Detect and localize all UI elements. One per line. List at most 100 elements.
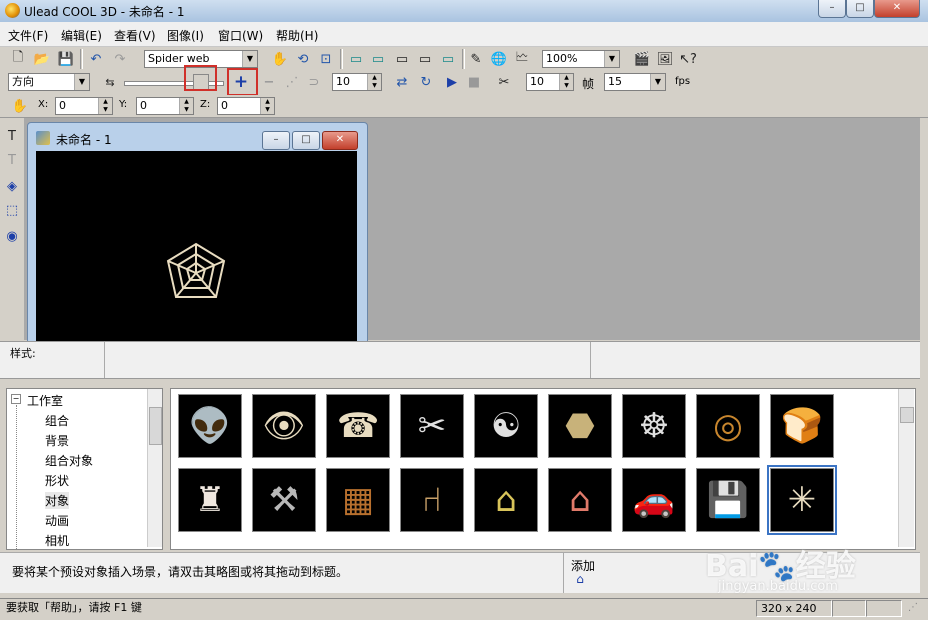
tree-item[interactable]: 相机 <box>45 532 69 549</box>
gallery-icon[interactable]: 🖼 <box>655 49 675 69</box>
view-top-icon[interactable]: ▭ <box>438 49 458 69</box>
select-icon[interactable]: ⬚ <box>2 200 22 220</box>
thumb-eye[interactable]: 👁 <box>252 394 316 458</box>
menu-view[interactable]: 查看(V) <box>114 27 156 44</box>
undo-icon[interactable]: ↶ <box>86 49 106 69</box>
export-icon[interactable]: 🎬 <box>632 49 652 69</box>
tree-root[interactable]: 工作室 <box>27 392 63 409</box>
y-input[interactable]: 0 ▲ ▼ <box>136 97 194 115</box>
fps-select-value: 15 <box>608 75 622 88</box>
close-button[interactable]: ✕ <box>874 0 920 18</box>
tree-item[interactable]: 组合 <box>45 412 69 429</box>
spinner-icon[interactable]: ▲ ▼ <box>367 74 381 90</box>
spinner-icon[interactable]: ▲ ▼ <box>559 74 573 90</box>
spinner-icon[interactable]: ▲ ▼ <box>98 98 112 114</box>
doc-minimize-button[interactable]: – <box>262 131 290 150</box>
thumb-coin[interactable]: ⬣ <box>548 394 612 458</box>
menu-window[interactable]: 窗口(W) <box>218 27 263 44</box>
thumb-scrollbar[interactable] <box>898 389 914 547</box>
thumb-box[interactable]: ▦ <box>326 468 390 532</box>
thumb-floppy-disk[interactable]: 💾 <box>696 468 760 532</box>
smooth-motion-icon[interactable]: ✂ <box>494 72 514 92</box>
stop-icon[interactable]: ■ <box>464 72 484 92</box>
minimize-button[interactable]: – <box>818 0 846 18</box>
menu-bar: 文件(F) 编辑(E) 查看(V) 图像(I) 窗口(W) 帮助(H) <box>0 22 928 47</box>
tree-scrollbar[interactable] <box>147 389 162 547</box>
scrollbar-thumb[interactable] <box>900 407 914 423</box>
maximize-button[interactable]: □ <box>846 0 874 18</box>
render-icon[interactable]: 🗠 <box>512 49 532 69</box>
save-icon[interactable]: 💾 <box>56 49 76 69</box>
doc-close-button[interactable]: ✕ <box>322 131 358 150</box>
keyframe-nav-icon[interactable]: ⇆ <box>100 72 120 92</box>
thumb-steering-wheel[interactable]: ☸ <box>622 394 686 458</box>
thumb-bowling-pin[interactable]: ♜ <box>178 468 242 532</box>
tree-item[interactable]: 组合对象 <box>45 452 93 469</box>
view-left-icon[interactable]: ▭ <box>392 49 412 69</box>
thumb-chair[interactable]: ⑁ <box>400 468 464 532</box>
move-object-icon[interactable]: ✋ <box>10 96 30 116</box>
size-object-icon[interactable]: ⊡ <box>316 49 336 69</box>
spinner-icon[interactable]: ▲ ▼ <box>260 98 274 114</box>
light-icon[interactable]: ✎ <box>466 49 486 69</box>
spider-web-object[interactable] <box>164 241 228 301</box>
tree-item[interactable]: 背景 <box>45 432 69 449</box>
pingpong-icon[interactable]: ↻ <box>416 72 436 92</box>
thumb-alien[interactable]: 👽 <box>178 394 242 458</box>
view-right-icon[interactable]: ▭ <box>415 49 435 69</box>
frame-number-input[interactable]: 10 ▲ ▼ <box>332 73 382 91</box>
redo-icon[interactable]: ↷ <box>110 49 130 69</box>
remove-keyframe-icon[interactable]: − <box>259 72 279 92</box>
resize-grip-icon[interactable]: ⋰ <box>908 602 922 616</box>
new-icon[interactable]: 🗋 <box>8 49 28 69</box>
spinner-icon[interactable]: ▲ ▼ <box>179 98 193 114</box>
total-frames-input[interactable]: 10 ▲ ▼ <box>526 73 574 91</box>
play-icon[interactable]: ▶ <box>442 72 462 92</box>
reverse-icon[interactable]: ⊃ <box>304 72 324 92</box>
hand-icon[interactable]: ✋ <box>270 49 290 69</box>
thumb-barn[interactable]: ⌂ <box>548 468 612 532</box>
thumb-telephone[interactable]: ☎ <box>326 394 390 458</box>
thumb-house[interactable]: ⌂ <box>474 468 538 532</box>
separator <box>462 49 465 69</box>
menu-help[interactable]: 帮助(H) <box>276 27 318 44</box>
open-icon[interactable]: 📂 <box>32 49 52 69</box>
menu-edit[interactable]: 编辑(E) <box>61 27 102 44</box>
zoom-select[interactable]: 100% ▼ <box>542 50 620 68</box>
globe-icon[interactable]: 🌐 <box>489 49 509 69</box>
z-input[interactable]: 0 ▲ ▼ <box>217 97 275 115</box>
status-panel <box>866 600 902 617</box>
thumb-bread[interactable]: 🍞 <box>770 394 834 458</box>
direction-select[interactable]: 方向 ▼ <box>8 73 90 91</box>
tree-item[interactable]: 动画 <box>45 512 69 529</box>
thumb-car[interactable]: 🚗 <box>622 468 686 532</box>
add-icon[interactable]: ⌂ <box>571 571 589 587</box>
scrollbar-thumb[interactable] <box>149 407 162 445</box>
collapse-icon[interactable]: − <box>11 394 21 404</box>
menu-image[interactable]: 图像(I) <box>167 27 204 44</box>
tree-item-selected[interactable]: 对象 <box>45 492 70 509</box>
camera-icon[interactable]: ◉ <box>2 226 22 246</box>
split-keyframe-icon[interactable]: ⋰ <box>282 72 302 92</box>
view-front-icon[interactable]: ▭ <box>346 49 366 69</box>
rotate-object-icon[interactable]: ⟲ <box>293 49 313 69</box>
doc-maximize-button[interactable]: □ <box>292 131 320 150</box>
thumb-donut[interactable]: ◎ <box>696 394 760 458</box>
thumb-hammer[interactable]: ⚒ <box>252 468 316 532</box>
separator <box>340 49 343 69</box>
context-help-icon[interactable]: ↖? <box>678 49 698 69</box>
menu-file[interactable]: 文件(F) <box>8 27 48 44</box>
thumb-spider-web[interactable]: ✳ <box>767 465 837 535</box>
fps-select[interactable]: 15 ▼ <box>604 73 666 91</box>
add-keyframe-icon[interactable]: + <box>231 72 251 92</box>
insert-graphic-icon[interactable]: ◈ <box>2 176 22 196</box>
view-back-icon[interactable]: ▭ <box>368 49 388 69</box>
insert-text-icon[interactable]: T <box>2 126 22 146</box>
loop-icon[interactable]: ⇄ <box>392 72 412 92</box>
thumb-scissors[interactable]: ✂ <box>400 394 464 458</box>
thumb-yin-yang[interactable]: ☯ <box>474 394 538 458</box>
tree-item[interactable]: 形状 <box>45 472 69 489</box>
edit-text-icon[interactable]: T <box>2 150 22 170</box>
render-canvas[interactable] <box>36 151 357 341</box>
x-input[interactable]: 0 ▲ ▼ <box>55 97 113 115</box>
